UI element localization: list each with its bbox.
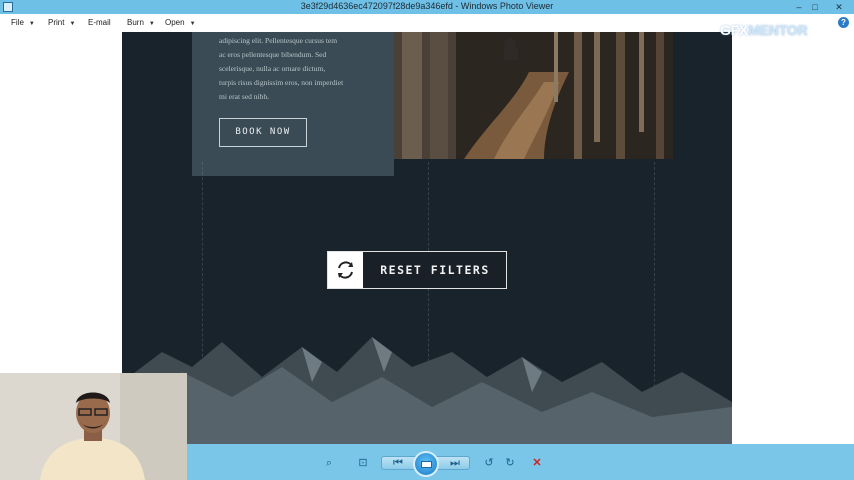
zoom-icon[interactable]: ⌕ xyxy=(318,456,340,470)
window-title: 3e3f29d4636ec472097f28de9a346efd - Windo… xyxy=(300,1,554,11)
help-icon[interactable]: ? xyxy=(838,17,849,28)
card-text-line: adipiscing elit. Pellentesque cursus tem xyxy=(219,36,338,45)
close-button[interactable]: ✕ xyxy=(828,0,850,14)
menu-burn[interactable]: Burn ▼ xyxy=(127,18,155,27)
promo-card: adipiscing elit. Pellentesque cursus tem… xyxy=(192,32,394,176)
slideshow-icon xyxy=(421,461,432,468)
card-text-line: ac eros pellentesque bibendum. Sed xyxy=(219,50,327,59)
menu-file-label: File xyxy=(11,18,24,27)
chevron-down-icon: ▼ xyxy=(28,21,35,27)
menu-file[interactable]: File ▼ xyxy=(11,18,35,27)
chevron-down-icon: ▼ xyxy=(189,21,196,27)
menu-email[interactable]: E-mail xyxy=(88,18,111,27)
reset-filters-label: RESET FILTERS xyxy=(380,263,490,277)
reset-filters-button: RESET FILTERS xyxy=(327,251,507,289)
watermark-main: GFX xyxy=(720,22,749,38)
menu-print-label: Print xyxy=(48,18,65,27)
rotate-right-icon[interactable]: ↻ xyxy=(503,456,517,470)
maximize-button[interactable]: □ xyxy=(806,0,824,14)
menu-open[interactable]: Open ▼ xyxy=(165,18,196,27)
forest-photo xyxy=(394,32,673,159)
card-text-line: scelerisque, nulla ac ornare dictum, xyxy=(219,64,326,73)
watermark-logo: GFXMENTOR xyxy=(720,22,808,38)
card-text-line: turpis risus dignissim eros, non imperdi… xyxy=(219,78,344,87)
menu-burn-label: Burn xyxy=(127,18,144,27)
displayed-image[interactable]: adipiscing elit. Pellentesque cursus tem… xyxy=(122,32,732,444)
rotate-left-icon[interactable]: ↺ xyxy=(482,456,496,470)
title-bar: 3e3f29d4636ec472097f28de9a346efd - Windo… xyxy=(0,0,854,14)
photo-viewer-window: 3e3f29d4636ec472097f28de9a346efd - Windo… xyxy=(0,0,854,480)
menu-email-label: E-mail xyxy=(88,18,111,27)
webcam-overlay xyxy=(0,373,187,480)
menu-open-label: Open xyxy=(165,18,185,27)
delete-icon[interactable]: ✕ xyxy=(530,456,544,470)
actual-size-icon[interactable]: ⊡ xyxy=(356,456,370,470)
slideshow-button[interactable] xyxy=(413,451,439,477)
card-text: adipiscing elit. Pellentesque cursus tem… xyxy=(219,34,377,104)
mountain-graphic xyxy=(122,337,732,444)
next-icon[interactable]: ⏭ xyxy=(448,456,462,470)
card-text-line: mi erat sed nibh. xyxy=(219,92,269,101)
bottom-toolbar: ⌕ ⊡ ⏮ ⏭ ↺ ↻ ✕ xyxy=(187,444,854,480)
watermark-accent: MENTOR xyxy=(748,22,808,38)
chevron-down-icon: ▼ xyxy=(148,21,155,27)
previous-icon[interactable]: ⏮ xyxy=(391,456,405,470)
refresh-icon xyxy=(328,252,363,288)
chevron-down-icon: ▼ xyxy=(69,21,76,27)
book-now-button: BOOK NOW xyxy=(219,118,307,147)
menu-print[interactable]: Print ▼ xyxy=(48,18,75,27)
